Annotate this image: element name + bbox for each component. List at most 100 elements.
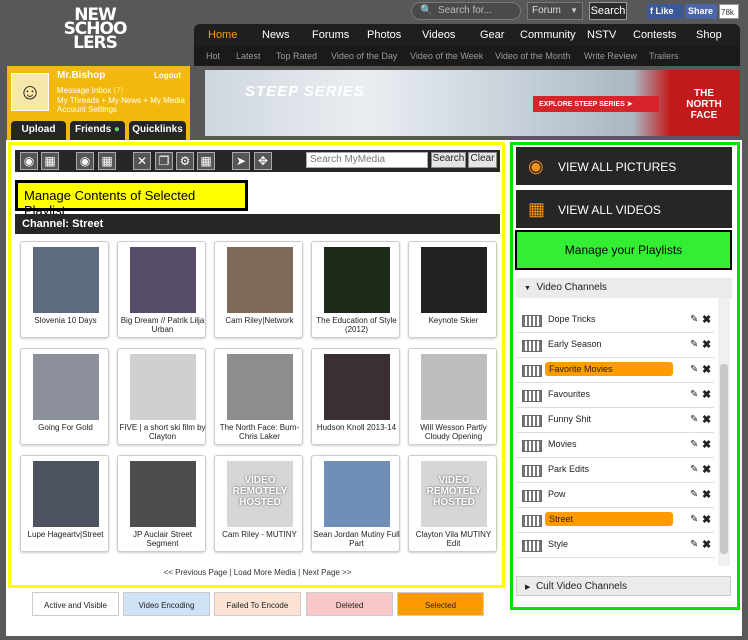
edit-icon[interactable]: ✎ [690, 364, 698, 375]
add-video-icon[interactable]: ▦ [98, 152, 116, 170]
playlist-row[interactable]: Funny Shit ✎ ✖ [516, 409, 714, 433]
edit-icon[interactable]: ✎ [690, 539, 698, 550]
camera-icon[interactable]: ◉ [20, 152, 38, 170]
subnav-video-of-week[interactable]: Video of the Week [410, 51, 483, 61]
media-card[interactable]: Slovenia 10 Days [20, 241, 109, 338]
playlist-row[interactable]: Park Edits ✎ ✖ [516, 459, 714, 483]
subnav-hot[interactable]: Hot [206, 51, 220, 61]
close-icon[interactable]: ✕ [133, 152, 151, 170]
delete-icon[interactable]: ✖ [702, 463, 711, 476]
nav-videos[interactable]: Videos [422, 29, 455, 41]
media-title[interactable]: Hudson Knoll 2013-14 [312, 423, 401, 445]
media-card[interactable]: VIDEO REMOTELY HOSTED Clayton Vila MUTINY… [408, 455, 497, 552]
playlist-row[interactable]: Movies ✎ ✖ [516, 434, 714, 458]
move-icon[interactable]: ✥ [254, 152, 272, 170]
playlist-name[interactable]: Park Edits [548, 464, 589, 474]
scrollbar-thumb[interactable] [720, 364, 728, 554]
media-thumbnail[interactable] [130, 461, 196, 527]
share-button[interactable]: Share [685, 4, 717, 19]
mymedia-search-input[interactable]: Search MyMedia [306, 152, 428, 168]
playlist-name[interactable]: Movies [548, 439, 577, 449]
subnav-video-of-day[interactable]: Video of the Day [331, 51, 397, 61]
playlist-name[interactable]: Early Season [548, 339, 602, 349]
media-card[interactable]: The North Face: Burn- Chris Laker [214, 348, 303, 445]
media-title[interactable]: Will Wesson Partly Cloudy Opening [409, 423, 498, 445]
pointer-icon[interactable]: ➤ [232, 152, 250, 170]
user-links[interactable]: My Threads + My News + My Media [57, 96, 185, 105]
edit-icon[interactable]: ✎ [690, 314, 698, 325]
edit-icon[interactable]: ✎ [690, 464, 698, 475]
delete-icon[interactable]: ✖ [702, 513, 711, 526]
media-thumbnail[interactable] [227, 354, 293, 420]
edit-icon[interactable]: ✎ [690, 414, 698, 425]
subnav-trailers[interactable]: Trailers [649, 51, 679, 61]
forum-select[interactable]: Forum ▼ [527, 2, 583, 20]
media-card[interactable]: FIVE | a short ski film by Clayton [117, 348, 206, 445]
nav-contests[interactable]: Contests [633, 29, 676, 41]
logout-link[interactable]: Logout [154, 71, 181, 80]
subnav-top-rated[interactable]: Top Rated [276, 51, 317, 61]
edit-icon[interactable]: ✎ [690, 439, 698, 450]
media-card[interactable]: Lupe Hageartv|Street [20, 455, 109, 552]
media-title[interactable]: Slovenia 10 Days [21, 316, 110, 338]
media-thumbnail[interactable] [324, 354, 390, 420]
playlist-name[interactable]: Favourites [548, 389, 590, 399]
subnav-latest[interactable]: Latest [236, 51, 261, 61]
mymedia-search-button[interactable]: Search [431, 152, 466, 168]
nav-news[interactable]: News [262, 29, 290, 41]
edit-icon[interactable]: ✎ [690, 489, 698, 500]
playlist-name[interactable]: Dope Tricks [548, 314, 596, 324]
playlist-row[interactable]: Early Season ✎ ✖ [516, 334, 714, 358]
view-all-videos-button[interactable]: ▦ VIEW ALL VIDEOS [516, 190, 732, 228]
manage-playlists-button[interactable]: Manage your Playlists [515, 230, 732, 270]
media-title[interactable]: Going For Gold [21, 423, 110, 445]
username[interactable]: Mr.Bishop [57, 70, 105, 81]
media-thumbnail[interactable]: VIDEO REMOTELY HOSTED [227, 461, 293, 527]
playlist-name[interactable]: Favorite Movies [545, 362, 673, 376]
add-photo-icon[interactable]: ◉ [76, 152, 94, 170]
gear-icon[interactable]: ⚙ [176, 152, 194, 170]
upload-button[interactable]: Upload [11, 121, 66, 140]
clear-button[interactable]: Clear [468, 152, 497, 168]
pagination[interactable]: << Previous Page | Load More Media | Nex… [15, 568, 500, 577]
media-card[interactable]: Hudson Knoll 2013-14 [311, 348, 400, 445]
delete-icon[interactable]: ✖ [702, 488, 711, 501]
subnav-video-of-month[interactable]: Video of the Month [495, 51, 570, 61]
media-title[interactable]: Lupe Hageartv|Street [21, 530, 110, 552]
playlist-row[interactable]: Pow ✎ ✖ [516, 484, 714, 508]
media-title[interactable]: The Education of Style (2012) [312, 316, 401, 338]
delete-icon[interactable]: ✖ [702, 413, 711, 426]
media-thumbnail[interactable] [33, 461, 99, 527]
media-thumbnail[interactable] [324, 247, 390, 313]
playlist-row[interactable]: Favourites ✎ ✖ [516, 384, 714, 408]
media-thumbnail[interactable] [324, 461, 390, 527]
nav-community[interactable]: Community [520, 29, 576, 41]
site-search-button[interactable]: Search [589, 2, 627, 20]
media-title[interactable]: Sean Jordan Mutiny Full Part [312, 530, 401, 552]
media-thumbnail[interactable] [33, 354, 99, 420]
media-title[interactable]: FIVE | a short ski film by Clayton [118, 423, 207, 445]
subnav-write-review[interactable]: Write Review [584, 51, 637, 61]
media-title[interactable]: JP Auclair Street Segment [118, 530, 207, 552]
media-thumbnail[interactable]: VIDEO REMOTELY HOSTED [421, 461, 487, 527]
media-card[interactable]: Sean Jordan Mutiny Full Part [311, 455, 400, 552]
message-inbox-link[interactable]: Message Inbox (7) [57, 86, 123, 95]
media-card[interactable]: The Education of Style (2012) [311, 241, 400, 338]
delete-icon[interactable]: ✖ [702, 338, 711, 351]
media-thumbnail[interactable] [33, 247, 99, 313]
film-icon[interactable]: ▦ [41, 152, 59, 170]
video-channels-header[interactable]: ▼ Video Channels [516, 278, 732, 298]
delete-icon[interactable]: ✖ [702, 363, 711, 376]
edit-icon[interactable]: ✎ [690, 389, 698, 400]
playlist-name[interactable]: Funny Shit [548, 414, 591, 424]
media-title[interactable]: The North Face: Burn- Chris Laker [215, 423, 304, 445]
playlist-row[interactable]: Style ✎ ✖ [516, 534, 714, 558]
nav-photos[interactable]: Photos [367, 29, 401, 41]
avatar[interactable]: ☺ [11, 73, 49, 111]
playlist-row[interactable]: Street ✎ ✖ [516, 509, 714, 533]
edit-icon[interactable]: ✎ [690, 339, 698, 350]
media-thumbnail[interactable] [130, 247, 196, 313]
media-card[interactable]: Going For Gold [20, 348, 109, 445]
media-thumbnail[interactable] [130, 354, 196, 420]
copy-icon[interactable]: ❐ [155, 152, 173, 170]
